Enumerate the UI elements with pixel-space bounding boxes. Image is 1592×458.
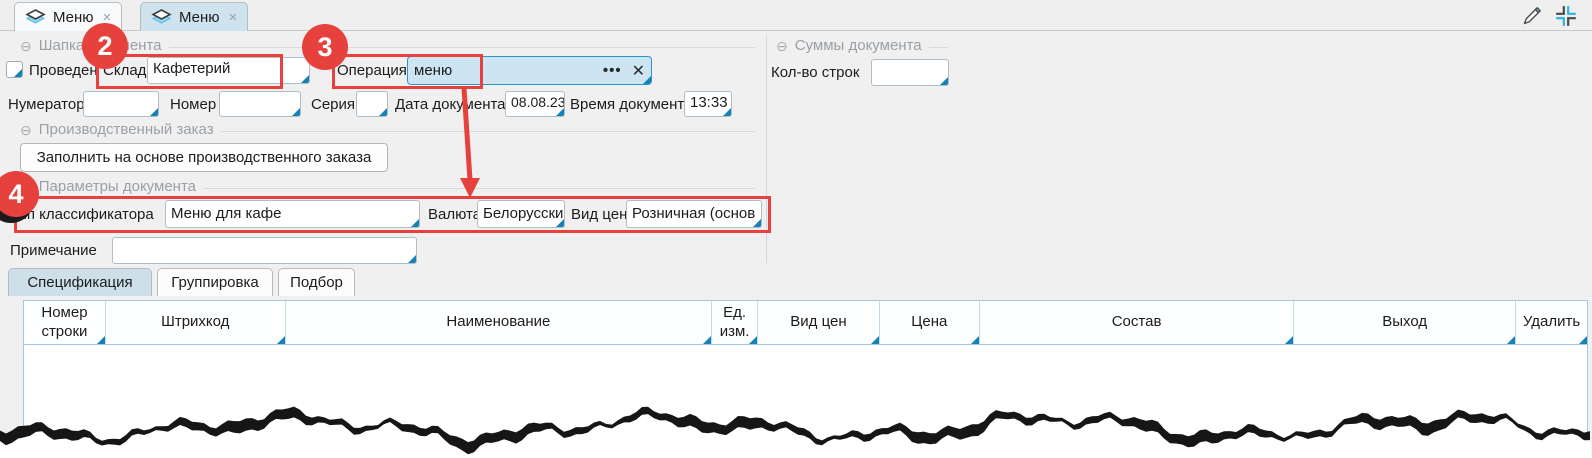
group-rule [221,131,755,132]
number-label: Номер [170,96,216,113]
tab-grouping[interactable]: Группировка [157,268,273,296]
column-header-line-number[interactable]: Номер строки [24,301,106,344]
clear-icon[interactable]: ✕ [632,61,645,81]
collapse-icon[interactable]: ⊖ [20,123,32,137]
line-count-input[interactable] [871,59,949,86]
operation-label: Операция [337,62,407,79]
app-window: Меню × Меню × ⊖ Шапка док [0,0,1592,458]
tab-close-icon[interactable]: × [103,9,112,26]
group-rule [169,47,756,48]
group-production-order: ⊖ Производственный заказ [20,121,755,138]
tab-specification[interactable]: Спецификация [8,268,152,296]
note-input[interactable] [112,237,417,264]
column-header-composition[interactable]: Состав [980,301,1295,344]
classifier-type-label: Тип классификатора [10,206,154,223]
column-header-price-kind[interactable]: Вид цен [758,301,880,344]
conducted-label: Проведен [29,62,98,79]
group-doc-params: ⊖ Параметры документа [20,178,755,195]
doc-date-label: Дата документа [395,96,506,113]
series-label: Серия [311,96,355,113]
numerator-input[interactable] [83,91,159,117]
operation-combo[interactable]: меню ••• ✕ [407,56,652,85]
number-input[interactable] [219,91,301,117]
group-rule [929,47,948,48]
document-tabbar: Меню × Меню × [0,0,1592,31]
group-title: Шапка документа [39,37,162,54]
group-title: Суммы документа [795,37,922,54]
warehouse-input[interactable]: Кафетерий [147,57,310,84]
collapse-icon[interactable]: ⊖ [776,39,788,53]
specification-grid: Номер строки Штрихкод Наименование Ед. и… [23,300,1588,458]
group-doc-sums: ⊖ Суммы документа [776,37,948,54]
collapse-icon[interactable]: ⊖ [20,39,32,53]
price-kind-label: Вид цен [571,206,627,223]
collapse-icon[interactable]: ⊖ [20,180,32,194]
column-header-output[interactable]: Выход [1294,301,1516,344]
warehouse-label: Склад [103,62,146,79]
layers-icon [25,9,46,26]
edit-pencil-icon[interactable] [1520,4,1544,28]
group-title: Параметры документа [39,178,196,195]
doc-date-input[interactable]: 08.08.23 [505,91,565,117]
tab-selection[interactable]: Подбор [278,268,355,296]
panel-divider [766,35,767,263]
doc-tab-menu-1[interactable]: Меню × [14,2,122,31]
column-header-unit[interactable]: Ед. изм. [712,301,758,344]
series-input[interactable] [356,91,388,117]
layers-icon [151,9,172,26]
doc-time-input[interactable]: 13:33 [684,91,732,117]
column-header-name[interactable]: Наименование [286,301,712,344]
tab-close-icon[interactable]: × [229,9,238,26]
operation-value: меню [414,62,603,79]
doc-time-label: Время документа [570,96,692,113]
numerator-label: Нумератор [8,96,85,113]
group-title: Производственный заказ [39,121,214,138]
group-rule [203,188,755,189]
doc-tab-label: Меню [53,9,94,26]
price-kind-input[interactable]: Розничная (основ [626,200,762,228]
ellipsis-icon[interactable]: ••• [603,62,622,79]
doc-tab-menu-2[interactable]: Меню × [140,2,248,31]
fill-from-production-order-button[interactable]: Заполнить на основе производственного за… [20,143,388,172]
classifier-type-input[interactable]: Меню для кафе [165,200,420,228]
conducted-checkbox[interactable] [6,61,23,78]
doc-tab-label: Меню [179,9,220,26]
line-count-label: Кол-во строк [771,64,859,81]
column-header-barcode[interactable]: Штрихкод [106,301,286,344]
expand-corners-icon[interactable] [1554,5,1578,27]
currency-input[interactable]: Белорусский [477,200,565,228]
column-header-price[interactable]: Цена [880,301,980,344]
group-doc-header: ⊖ Шапка документа [20,37,755,54]
column-header-delete[interactable]: Удалить [1516,301,1587,344]
currency-label: Валюта [428,206,481,223]
note-label: Примечание [10,242,97,259]
grid-header-row: Номер строки Штрихкод Наименование Ед. и… [24,301,1587,345]
